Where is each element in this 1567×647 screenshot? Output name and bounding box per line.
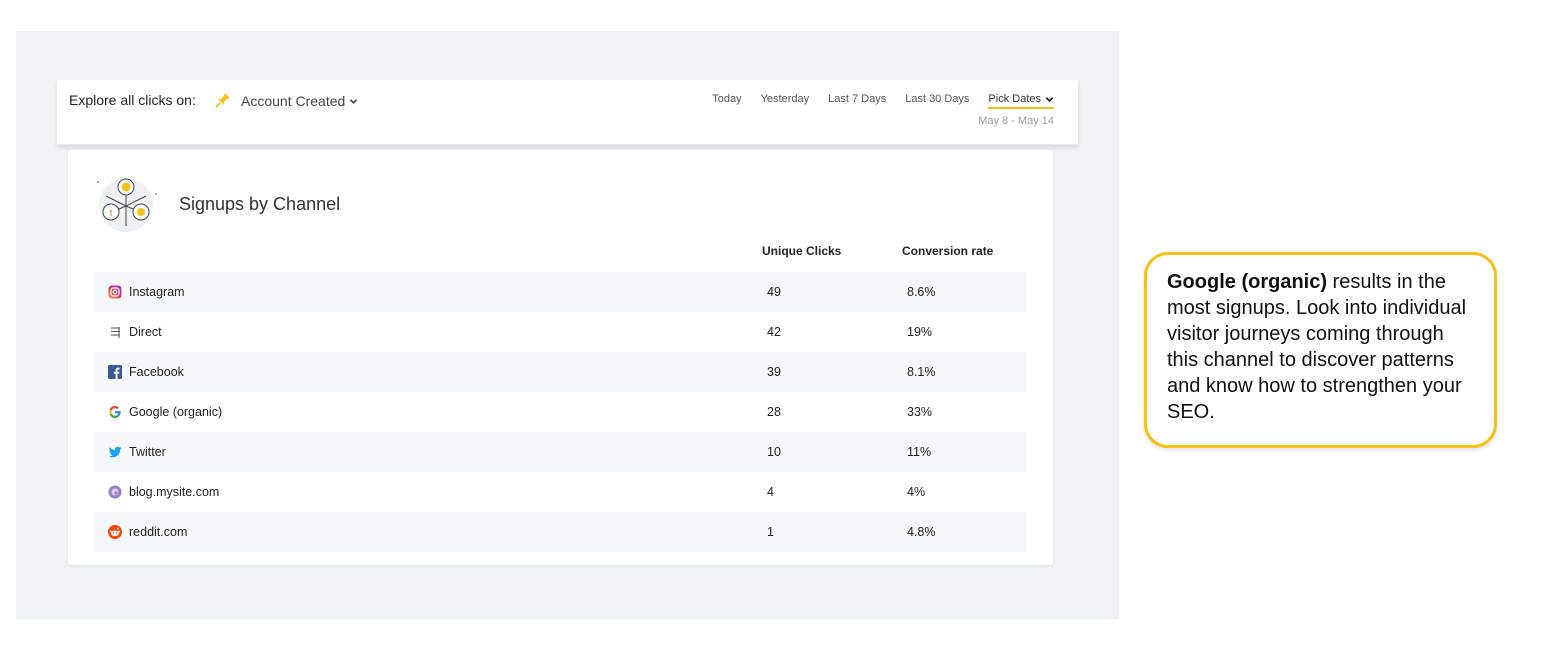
channels-illustration-icon: f [97,178,157,232]
table-row[interactable]: Direct 42 19% [94,312,1027,352]
explore-label: Explore all clicks on: [69,92,196,108]
table-row[interactable]: blog.mysite.com 4 4% [94,472,1027,512]
column-header-conversion-rate[interactable]: Conversion rate [902,244,993,258]
channel-name: blog.mysite.com [129,485,220,499]
channel-name: Facebook [129,365,184,379]
date-range-tabs: Today Yesterday Last 7 Days Last 30 Days… [712,93,1054,109]
unique-clicks-value: 10 [767,445,781,459]
instagram-icon [108,285,122,299]
conversion-rate-value: 4.8% [907,525,936,539]
unique-clicks-value: 49 [767,285,781,299]
table-row[interactable]: Google (organic) 28 33% [94,392,1027,432]
pick-dates-dropdown[interactable]: Pick Dates [988,93,1054,109]
explore-toolbar: Explore all clicks on: Account Created T… [57,80,1078,145]
signups-by-channel-card: f Signups by Channel Unique Clicks Conve… [68,150,1053,565]
channel-name: Instagram [129,285,185,299]
google-icon [109,406,121,418]
conversion-rate-value: 19% [907,325,933,339]
conversion-rate-value: 8.1% [907,365,936,379]
column-header-unique-clicks[interactable]: Unique Clicks [762,244,841,258]
channel-table: Instagram 49 8.6% Direct 42 19% Facebook… [94,272,1027,552]
table-row[interactable]: Twitter 10 11% [94,432,1027,472]
blog-icon [108,485,122,499]
unique-clicks-value: 42 [767,325,781,339]
unique-clicks-value: 4 [767,485,774,499]
conversion-rate-value: 8.6% [907,285,936,299]
date-option-last-30-days[interactable]: Last 30 Days [905,93,969,109]
table-row[interactable]: Facebook 39 8.1% [94,352,1027,392]
chevron-down-icon [1045,96,1054,102]
direct-icon [111,327,120,338]
card-title: Signups by Channel [179,194,341,214]
event-dropdown[interactable]: Account Created [241,93,358,109]
insight-callout: Google (organic) results in the most sig… [1144,252,1497,448]
date-option-last-7-days[interactable]: Last 7 Days [828,93,886,109]
conversion-rate-value: 11% [907,445,932,459]
callout-highlight: Google (organic) [1167,271,1327,293]
channel-name: reddit.com [129,525,188,539]
selected-date-range: May 8 - May 14 [978,115,1054,127]
channel-name: Google (organic) [129,405,223,419]
conversion-rate-value: 4% [907,485,926,499]
table-row[interactable]: reddit.com 1 4.8% [94,512,1027,552]
event-dropdown-label: Account Created [241,93,346,109]
unique-clicks-value: 1 [767,525,774,539]
pick-dates-label: Pick Dates [988,93,1041,105]
chevron-down-icon [350,98,358,104]
table-row[interactable]: Instagram 49 8.6% [94,272,1027,312]
facebook-icon [108,365,122,379]
conversion-rate-value: 33% [907,405,933,419]
unique-clicks-value: 39 [767,365,781,379]
pin-icon [215,93,230,108]
date-option-yesterday[interactable]: Yesterday [761,93,810,109]
twitter-icon [108,446,122,458]
unique-clicks-value: 28 [767,405,781,419]
date-option-today[interactable]: Today [712,93,741,109]
channel-name: Direct [129,325,162,339]
channel-name: Twitter [129,445,166,459]
callout-text: results in the most signups. Look into i… [1167,271,1467,423]
reddit-icon [108,525,122,539]
